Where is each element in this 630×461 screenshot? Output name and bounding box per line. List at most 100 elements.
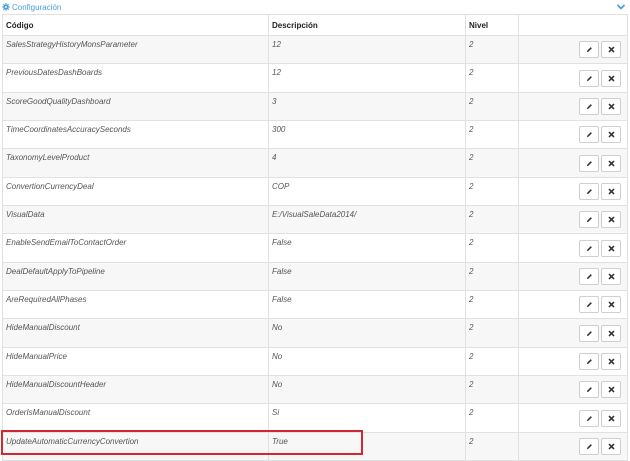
cell-actions — [518, 148, 628, 178]
cell-description: False — [268, 290, 466, 320]
edit-button[interactable] — [579, 381, 599, 399]
close-icon — [608, 131, 614, 138]
delete-button[interactable] — [601, 69, 621, 87]
cell-actions — [518, 91, 628, 122]
cell-level: 2 — [465, 403, 519, 433]
edit-button[interactable] — [579, 154, 599, 172]
delete-button[interactable] — [601, 154, 621, 172]
edit-button[interactable] — [579, 437, 599, 455]
edit-button[interactable] — [579, 267, 599, 285]
column-header-description[interactable]: Descripción — [268, 14, 466, 36]
pencil-icon — [586, 387, 592, 393]
edit-button[interactable] — [579, 352, 599, 370]
pencil-icon — [586, 415, 592, 421]
gear-icon — [2, 3, 10, 11]
table-row: PreviousDatesDashBoards 12 2 — [2, 63, 628, 93]
edit-button[interactable] — [579, 211, 599, 229]
cell-level: 2 — [465, 176, 519, 207]
close-icon — [608, 273, 614, 280]
edit-button[interactable] — [579, 69, 599, 87]
cell-level: 2 — [465, 63, 519, 93]
table-row: HideManualPrice No 2 — [2, 346, 628, 377]
cell-description: Si — [268, 403, 466, 433]
configuration-table: Código Descripción Nivel SalesStrategyHi… — [2, 14, 628, 461]
cell-code: OrderIsManualDiscount — [2, 403, 269, 433]
close-icon — [608, 415, 614, 422]
close-icon — [608, 386, 614, 393]
close-icon — [608, 245, 614, 251]
table-row: ScoreGoodQualityDashboard 3 2 — [2, 91, 628, 122]
cell-code: PreviousDatesDashBoards — [2, 63, 269, 93]
edit-button[interactable] — [579, 409, 599, 427]
edit-button[interactable] — [579, 182, 599, 200]
delete-button[interactable] — [601, 211, 621, 229]
delete-button[interactable] — [601, 352, 621, 370]
edit-button[interactable] — [579, 97, 599, 115]
cell-code: EnableSendEmailToContactOrder — [2, 233, 269, 263]
table-row: HideManualDiscount No 2 — [2, 318, 628, 348]
pencil-icon — [586, 103, 592, 110]
cell-actions — [518, 120, 628, 150]
pencil-icon — [586, 245, 592, 251]
cell-level: 2 — [465, 148, 519, 178]
cell-actions — [518, 261, 628, 292]
edit-button[interactable] — [579, 239, 599, 257]
delete-button[interactable] — [601, 324, 621, 342]
column-header-level[interactable]: Nivel — [465, 14, 519, 36]
cell-description: COP — [268, 176, 466, 207]
cell-description: 3 — [268, 91, 466, 122]
cell-description: No — [268, 375, 466, 405]
cell-code: DealDefaultApplyToPipeline — [2, 261, 269, 292]
column-header-actions — [518, 14, 628, 36]
chevron-down-icon[interactable] — [616, 2, 626, 12]
column-header-code[interactable]: Código — [2, 14, 269, 36]
delete-button[interactable] — [601, 296, 621, 314]
delete-button[interactable] — [601, 239, 621, 257]
pencil-icon — [586, 47, 592, 53]
cell-code: AreRequiredAllPhases — [2, 290, 269, 320]
table-row: UpdateAutomaticCurrencyConvertion True 2 — [2, 431, 628, 461]
cell-actions — [518, 233, 628, 263]
cell-level: 2 — [465, 205, 519, 235]
cell-code: UpdateAutomaticCurrencyConvertion — [2, 431, 269, 461]
pencil-icon — [586, 444, 592, 450]
cell-description: No — [268, 318, 466, 348]
cell-code: HideManualDiscountHeader — [2, 375, 269, 405]
delete-button[interactable] — [601, 381, 621, 399]
pencil-icon — [586, 302, 592, 308]
table-row: TimeCoordinatesAccuracySeconds 300 2 — [2, 120, 628, 150]
cell-code: ScoreGoodQualityDashboard — [2, 91, 269, 122]
edit-button[interactable] — [579, 324, 599, 342]
delete-button[interactable] — [601, 126, 621, 144]
pencil-icon — [586, 359, 592, 365]
cell-level: 2 — [465, 91, 519, 122]
delete-button[interactable] — [601, 97, 621, 115]
delete-button[interactable] — [601, 267, 621, 285]
edit-button[interactable] — [579, 296, 599, 314]
close-icon — [608, 103, 614, 110]
cell-actions — [518, 346, 628, 377]
cell-description: True — [268, 431, 466, 461]
close-icon — [608, 46, 614, 53]
panel-title[interactable]: Configuración — [2, 3, 61, 12]
delete-button[interactable] — [601, 41, 621, 59]
cell-description: False — [268, 233, 466, 263]
cell-actions — [518, 34, 628, 65]
table-row: DealDefaultApplyToPipeline False 2 — [2, 261, 628, 292]
cell-level: 2 — [465, 34, 519, 65]
panel-header: Configuración — [0, 0, 630, 14]
pencil-icon — [586, 160, 592, 166]
cell-level: 2 — [465, 233, 519, 263]
close-icon — [608, 358, 614, 365]
delete-button[interactable] — [601, 437, 621, 455]
configuration-panel: Configuración Código Descripción Nivel S… — [0, 0, 630, 461]
pencil-icon — [586, 274, 592, 280]
edit-button[interactable] — [579, 41, 599, 59]
delete-button[interactable] — [601, 182, 621, 200]
pencil-icon — [586, 217, 592, 223]
delete-button[interactable] — [601, 409, 621, 427]
edit-button[interactable] — [579, 126, 599, 144]
close-icon — [608, 301, 614, 308]
cell-description: E:/VisualSaleData2014/ — [268, 205, 466, 235]
table-row: TaxonomyLevelProduct 4 2 — [2, 148, 628, 178]
